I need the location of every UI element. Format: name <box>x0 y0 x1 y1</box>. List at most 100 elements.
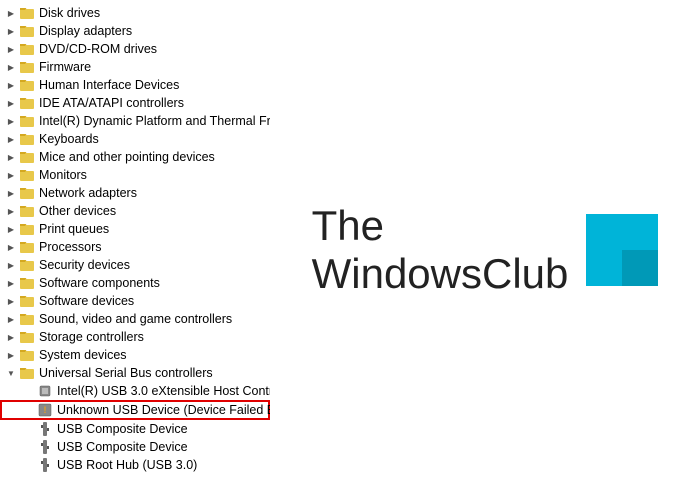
tree-item-mice[interactable]: ▶ Mice and other pointing devices <box>0 148 270 166</box>
expand-icon-dvd-cdrom[interactable]: ▶ <box>4 42 18 56</box>
usb-icon-usb-root-hub <box>37 457 53 473</box>
label-ide-ata: IDE ATA/ATAPI controllers <box>39 96 184 110</box>
folder-icon-dvd-cdrom <box>19 41 35 57</box>
expand-icon-display-adapters[interactable]: ▶ <box>4 24 18 38</box>
tree-item-software-components[interactable]: ▶ Software components <box>0 274 270 292</box>
brand-line2: WindowsClub <box>312 250 569 298</box>
folder-icon-software-devices <box>19 293 35 309</box>
label-mice: Mice and other pointing devices <box>39 150 215 164</box>
label-usb-controllers: Universal Serial Bus controllers <box>39 366 213 380</box>
right-panel: The WindowsClub <box>270 0 700 500</box>
label-system-devices: System devices <box>39 348 127 362</box>
label-intel-usb: Intel(R) USB 3.0 eXtensible Host Control… <box>57 384 270 398</box>
tree-item-intel-usb[interactable]: ▶Intel(R) USB 3.0 eXtensible Host Contro… <box>0 382 270 400</box>
expand-icon-monitors[interactable]: ▶ <box>4 168 18 182</box>
tree-item-security-devices[interactable]: ▶ Security devices <box>0 256 270 274</box>
folder-icon-keyboards <box>19 131 35 147</box>
folder-icon-monitors <box>19 167 35 183</box>
label-software-components: Software components <box>39 276 160 290</box>
folder-icon-system-devices <box>19 347 35 363</box>
expand-icon-network-adapters[interactable]: ▶ <box>4 186 18 200</box>
label-print-queues: Print queues <box>39 222 109 236</box>
folder-icon-storage-controllers <box>19 329 35 345</box>
label-security-devices: Security devices <box>39 258 130 272</box>
expand-icon-software-components[interactable]: ▶ <box>4 276 18 290</box>
tree-item-network-adapters[interactable]: ▶ Network adapters <box>0 184 270 202</box>
tree-item-usb-composite-2[interactable]: ▶USB Composite Device <box>0 438 270 456</box>
tree-item-monitors[interactable]: ▶ Monitors <box>0 166 270 184</box>
tree-item-intel-dynamic[interactable]: ▶ Intel(R) Dynamic Platform and Thermal F… <box>0 112 270 130</box>
folder-icon-firmware <box>19 59 35 75</box>
label-monitors: Monitors <box>39 168 87 182</box>
expand-icon-software-devices[interactable]: ▶ <box>4 294 18 308</box>
expand-icon-keyboards[interactable]: ▶ <box>4 132 18 146</box>
expand-icon-ide-ata[interactable]: ▶ <box>4 96 18 110</box>
tree-item-other-devices[interactable]: ▶ Other devices <box>0 202 270 220</box>
tree-item-usb-composite-1[interactable]: ▶USB Composite Device <box>0 420 270 438</box>
usb-icon-usb-composite-2 <box>37 439 53 455</box>
warning-icon-unknown-usb: ! <box>37 402 53 418</box>
tree-item-unknown-usb[interactable]: ▶!Unknown USB Device (Device Failed Enum… <box>0 400 270 420</box>
label-intel-dynamic: Intel(R) Dynamic Platform and Thermal Fr… <box>39 114 270 128</box>
tree-item-usb-root-hub[interactable]: ▶USB Root Hub (USB 3.0) <box>0 456 270 474</box>
tree-item-storage-controllers[interactable]: ▶Storage controllers <box>0 328 270 346</box>
folder-icon-usb-controllers <box>19 365 35 381</box>
label-dvd-cdrom: DVD/CD-ROM drives <box>39 42 157 56</box>
tree-item-ide-ata[interactable]: ▶ IDE ATA/ATAPI controllers <box>0 94 270 112</box>
folder-icon-sound-video <box>19 311 35 327</box>
brand-text: The WindowsClub <box>312 202 569 299</box>
folder-icon-print-queues <box>19 221 35 237</box>
expand-icon-storage-controllers[interactable]: ▶ <box>4 330 18 344</box>
label-usb-composite-1: USB Composite Device <box>57 422 188 436</box>
folder-icon-security-devices <box>19 257 35 273</box>
expand-icon-other-devices[interactable]: ▶ <box>4 204 18 218</box>
label-unknown-usb: Unknown USB Device (Device Failed Enumer… <box>57 403 270 417</box>
tree-item-software-devices[interactable]: ▶ Software devices <box>0 292 270 310</box>
expand-icon-system-devices[interactable]: ▶ <box>4 348 18 362</box>
expand-icon-disk-drives[interactable]: ▶ <box>4 6 18 20</box>
label-disk-drives: Disk drives <box>39 6 100 20</box>
expand-icon-print-queues[interactable]: ▶ <box>4 222 18 236</box>
tree-item-human-interface[interactable]: ▶Human Interface Devices <box>0 76 270 94</box>
expand-icon-mice[interactable]: ▶ <box>4 150 18 164</box>
expand-icon-intel-dynamic[interactable]: ▶ <box>4 114 18 128</box>
expand-icon-processors[interactable]: ▶ <box>4 240 18 254</box>
device-manager-tree[interactable]: ▶ Disk drives ▶ Display adapters ▶ DVD/CD-ROM… <box>0 0 270 500</box>
tree-item-print-queues[interactable]: ▶ Print queues <box>0 220 270 238</box>
label-usb-composite-2: USB Composite Device <box>57 440 188 454</box>
expand-icon-usb-controllers[interactable]: ▼ <box>4 366 18 380</box>
folder-icon-mice <box>19 149 35 165</box>
folder-icon-software-components <box>19 275 35 291</box>
folder-icon-network-adapters <box>19 185 35 201</box>
tree-item-disk-drives[interactable]: ▶ Disk drives <box>0 4 270 22</box>
folder-icon-ide-ata <box>19 95 35 111</box>
tree-item-processors[interactable]: ▶ Processors <box>0 238 270 256</box>
label-processors: Processors <box>39 240 102 254</box>
svg-text:!: ! <box>44 405 47 415</box>
tree-item-usb-controllers[interactable]: ▼ Universal Serial Bus controllers <box>0 364 270 382</box>
brand-line1: The <box>312 202 569 250</box>
label-display-adapters: Display adapters <box>39 24 132 38</box>
expand-icon-sound-video[interactable]: ▶ <box>4 312 18 326</box>
folder-icon-other-devices <box>19 203 35 219</box>
tree-item-display-adapters[interactable]: ▶ Display adapters <box>0 22 270 40</box>
expand-icon-firmware[interactable]: ▶ <box>4 60 18 74</box>
folder-icon-disk-drives <box>19 5 35 21</box>
expand-icon-security-devices[interactable]: ▶ <box>4 258 18 272</box>
label-software-devices: Software devices <box>39 294 134 308</box>
tree-item-dvd-cdrom[interactable]: ▶ DVD/CD-ROM drives <box>0 40 270 58</box>
label-network-adapters: Network adapters <box>39 186 137 200</box>
label-other-devices: Other devices <box>39 204 116 218</box>
label-sound-video: Sound, video and game controllers <box>39 312 232 326</box>
brand-box: The WindowsClub <box>312 202 659 299</box>
folder-icon-human-interface <box>19 77 35 93</box>
tree-item-keyboards[interactable]: ▶Keyboards <box>0 130 270 148</box>
folder-icon-processors <box>19 239 35 255</box>
tree-item-sound-video[interactable]: ▶ Sound, video and game controllers <box>0 310 270 328</box>
expand-icon-human-interface[interactable]: ▶ <box>4 78 18 92</box>
label-firmware: Firmware <box>39 60 91 74</box>
folder-icon-intel-dynamic <box>19 113 35 129</box>
usb-icon-usb-composite-1 <box>37 421 53 437</box>
tree-item-firmware[interactable]: ▶ Firmware <box>0 58 270 76</box>
tree-item-system-devices[interactable]: ▶ System devices <box>0 346 270 364</box>
